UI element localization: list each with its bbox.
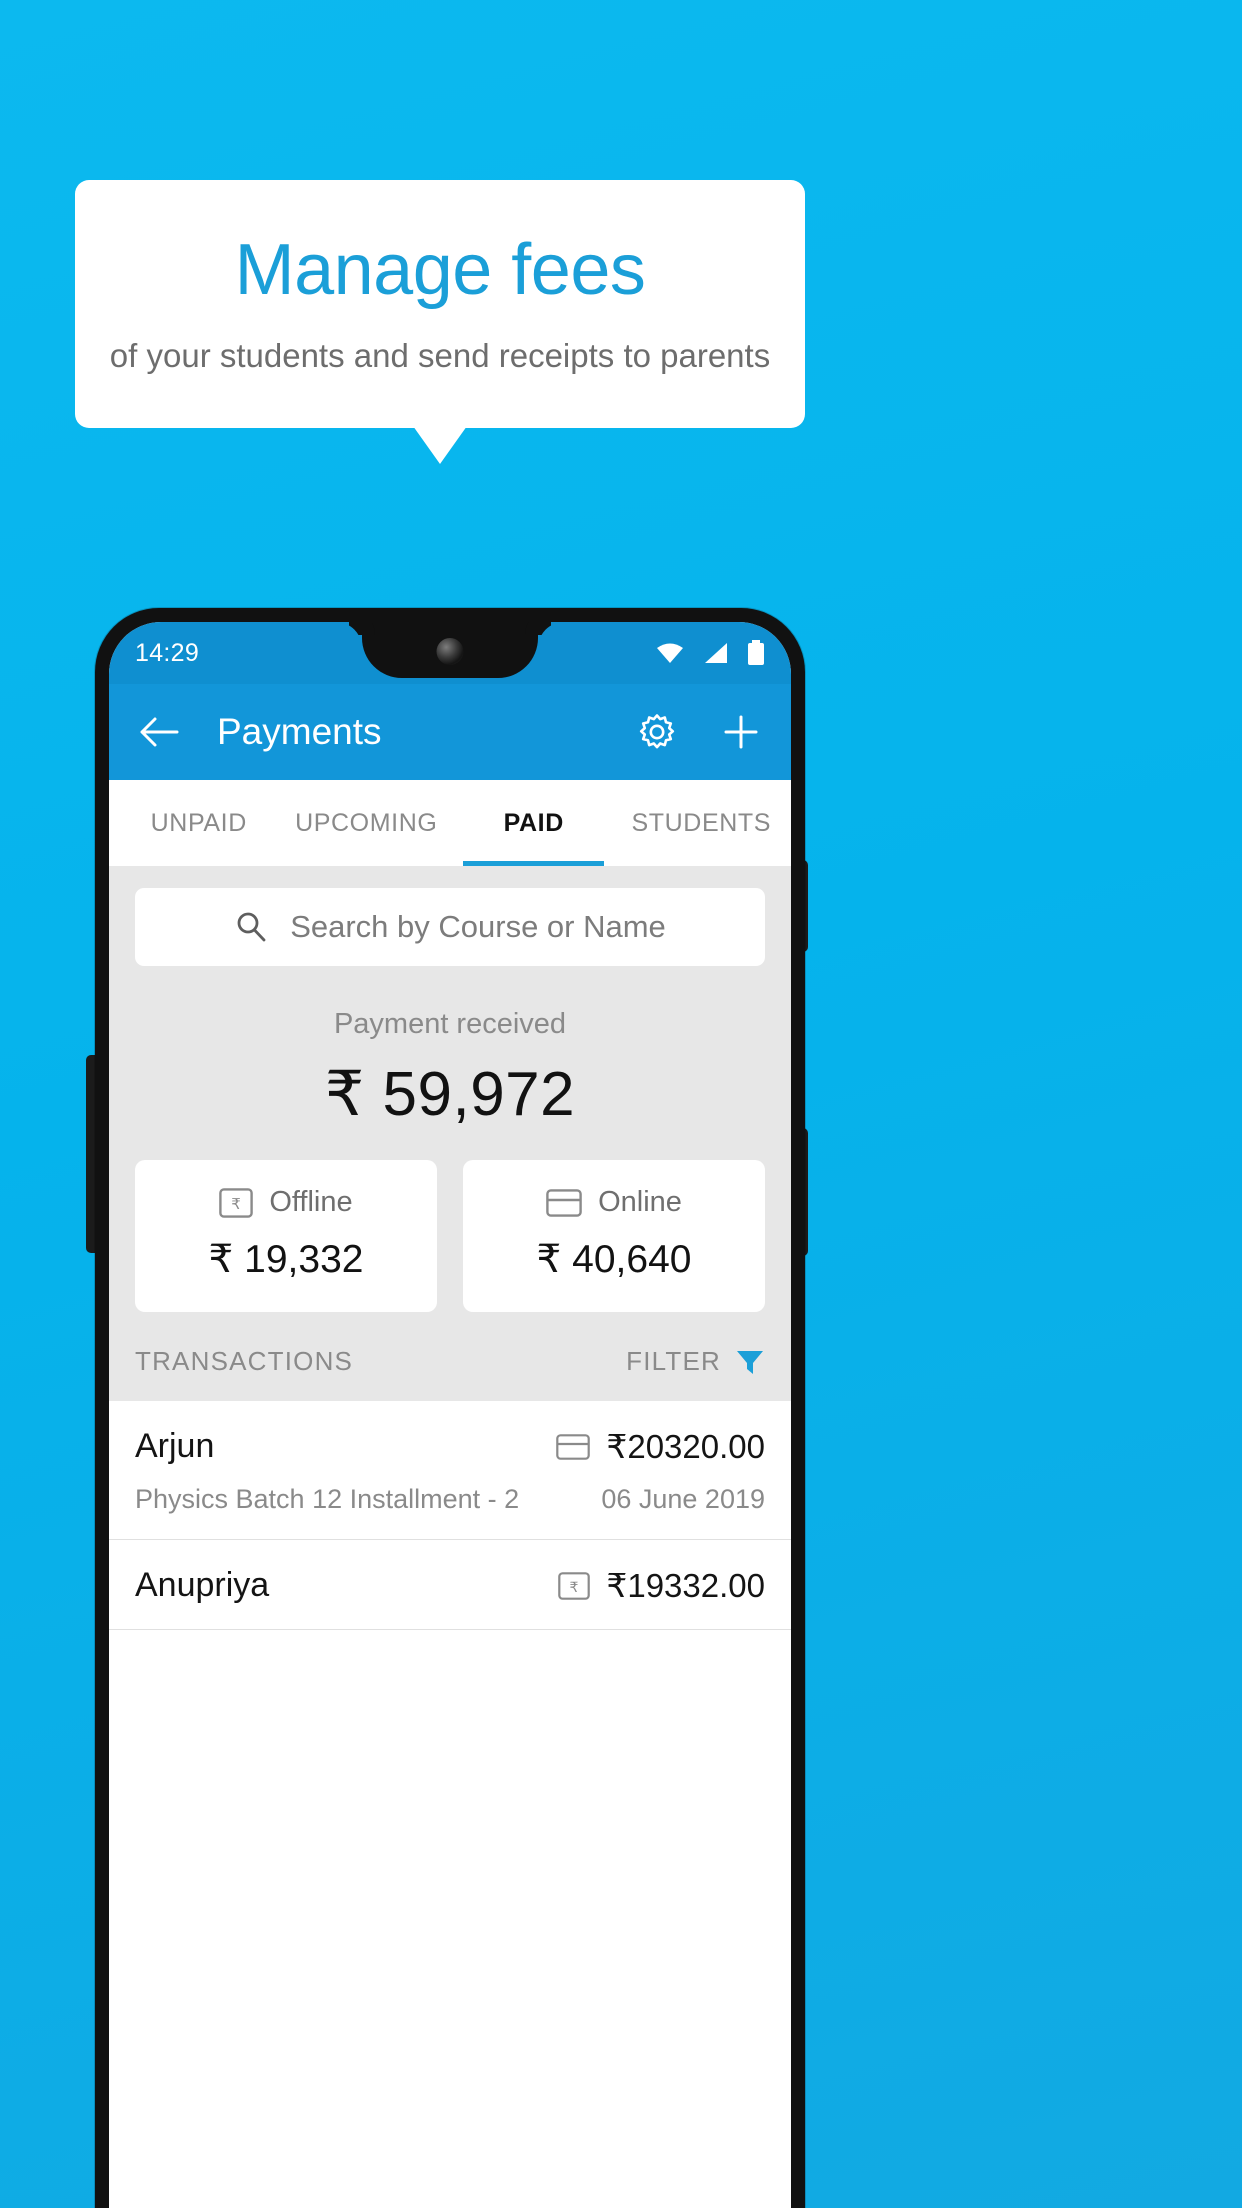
status-bar-icons: [655, 640, 765, 666]
transactions-header: TRANSACTIONS FILTER: [109, 1312, 791, 1401]
back-arrow-icon[interactable]: [139, 715, 179, 749]
transaction-amount: ₹19332.00: [606, 1567, 765, 1604]
transaction-student-name: Anupriya: [135, 1566, 270, 1604]
filter-label: FILTER: [626, 1346, 721, 1376]
credit-card-icon: [556, 1433, 591, 1460]
promo-callout-tail: [413, 426, 467, 464]
transaction-description: Physics Batch 12 Installment - 2: [135, 1484, 520, 1514]
funnel-filter-icon: [735, 1347, 765, 1377]
paid-tab-content: Search by Course or Name Payment receive…: [109, 866, 791, 1630]
transactions-list: Arjun ₹20320.00 Physics Batch 12 Install…: [109, 1401, 791, 1630]
transaction-row-primary: Anupriya ₹ ₹19332.00: [135, 1566, 765, 1605]
credit-card-icon: [546, 1188, 582, 1217]
cash-note-icon: ₹: [558, 1571, 591, 1600]
transaction-date: 06 June 2019: [601, 1484, 765, 1514]
transaction-student-name: Arjun: [135, 1427, 215, 1465]
payment-received-amount: ₹ 59,972: [324, 1060, 576, 1129]
transaction-amount-group: ₹ ₹19332.00: [558, 1566, 765, 1605]
phone-notch: [362, 622, 538, 678]
search-input[interactable]: Search by Course or Name: [135, 888, 765, 966]
battery-icon: [747, 640, 765, 666]
table-row[interactable]: Anupriya ₹ ₹19332.00: [109, 1540, 791, 1630]
settings-gear-icon[interactable]: [635, 710, 679, 754]
search-icon: [234, 910, 268, 944]
signal-icon: [703, 641, 729, 665]
offline-card-label: Offline: [269, 1186, 353, 1218]
offline-card[interactable]: ₹ Offline ₹ 19,332: [135, 1160, 437, 1312]
promo-subtitle: of your students and send receipts to pa…: [109, 336, 771, 374]
wifi-icon: [655, 641, 685, 665]
method-cards: ₹ Offline ₹ 19,332 Online ₹ 40,640: [109, 1130, 791, 1312]
phone-device-frame: 14:29 Payments UNPAID UPCOMING PAID STUD…: [95, 608, 805, 2208]
phone-screen: 14:29 Payments UNPAID UPCOMING PAID STUD…: [109, 622, 791, 2208]
search-area: Search by Course or Name: [109, 866, 791, 966]
cash-note-icon: ₹: [219, 1187, 254, 1218]
transaction-amount: ₹20320.00: [606, 1428, 765, 1465]
tab-upcoming[interactable]: UPCOMING: [283, 780, 451, 866]
front-camera-icon: [436, 638, 464, 665]
promo-title: Manage fees: [234, 230, 646, 311]
status-bar: 14:29: [109, 622, 791, 684]
transactions-label: TRANSACTIONS: [135, 1346, 354, 1376]
app-bar-actions: [635, 710, 761, 754]
tab-paid[interactable]: PAID: [450, 780, 618, 866]
filter-button[interactable]: FILTER: [626, 1346, 765, 1377]
page-title: Payments: [217, 711, 382, 752]
svg-text:₹: ₹: [570, 1580, 579, 1596]
table-row[interactable]: Arjun ₹20320.00 Physics Batch 12 Install…: [109, 1401, 791, 1540]
svg-text:₹: ₹: [232, 1195, 242, 1213]
add-plus-icon[interactable]: [721, 712, 761, 752]
payment-received-label: Payment received: [333, 1008, 567, 1040]
transaction-row-primary: Arjun ₹20320.00: [135, 1427, 765, 1466]
tab-students[interactable]: STUDENTS: [618, 780, 786, 866]
app-bar: Payments: [109, 684, 791, 780]
online-card-amount: ₹ 40,640: [536, 1238, 692, 1281]
transaction-amount-group: ₹20320.00: [556, 1427, 765, 1466]
payment-summary: Payment received ₹ 59,972: [109, 966, 791, 1130]
status-bar-clock: 14:29: [135, 638, 200, 667]
search-placeholder: Search by Course or Name: [290, 909, 666, 944]
tab-bar: UNPAID UPCOMING PAID STUDENTS: [109, 780, 791, 866]
transaction-row-secondary: Physics Batch 12 Installment - 2 06 June…: [135, 1484, 765, 1515]
online-card-label: Online: [598, 1186, 682, 1218]
offline-card-amount: ₹ 19,332: [208, 1238, 364, 1281]
offline-card-head: ₹ Offline: [135, 1186, 437, 1219]
promo-callout-card: Manage fees of your students and send re…: [75, 180, 805, 428]
tab-unpaid[interactable]: UNPAID: [115, 780, 283, 866]
online-card[interactable]: Online ₹ 40,640: [463, 1160, 765, 1312]
online-card-head: Online: [463, 1186, 765, 1219]
